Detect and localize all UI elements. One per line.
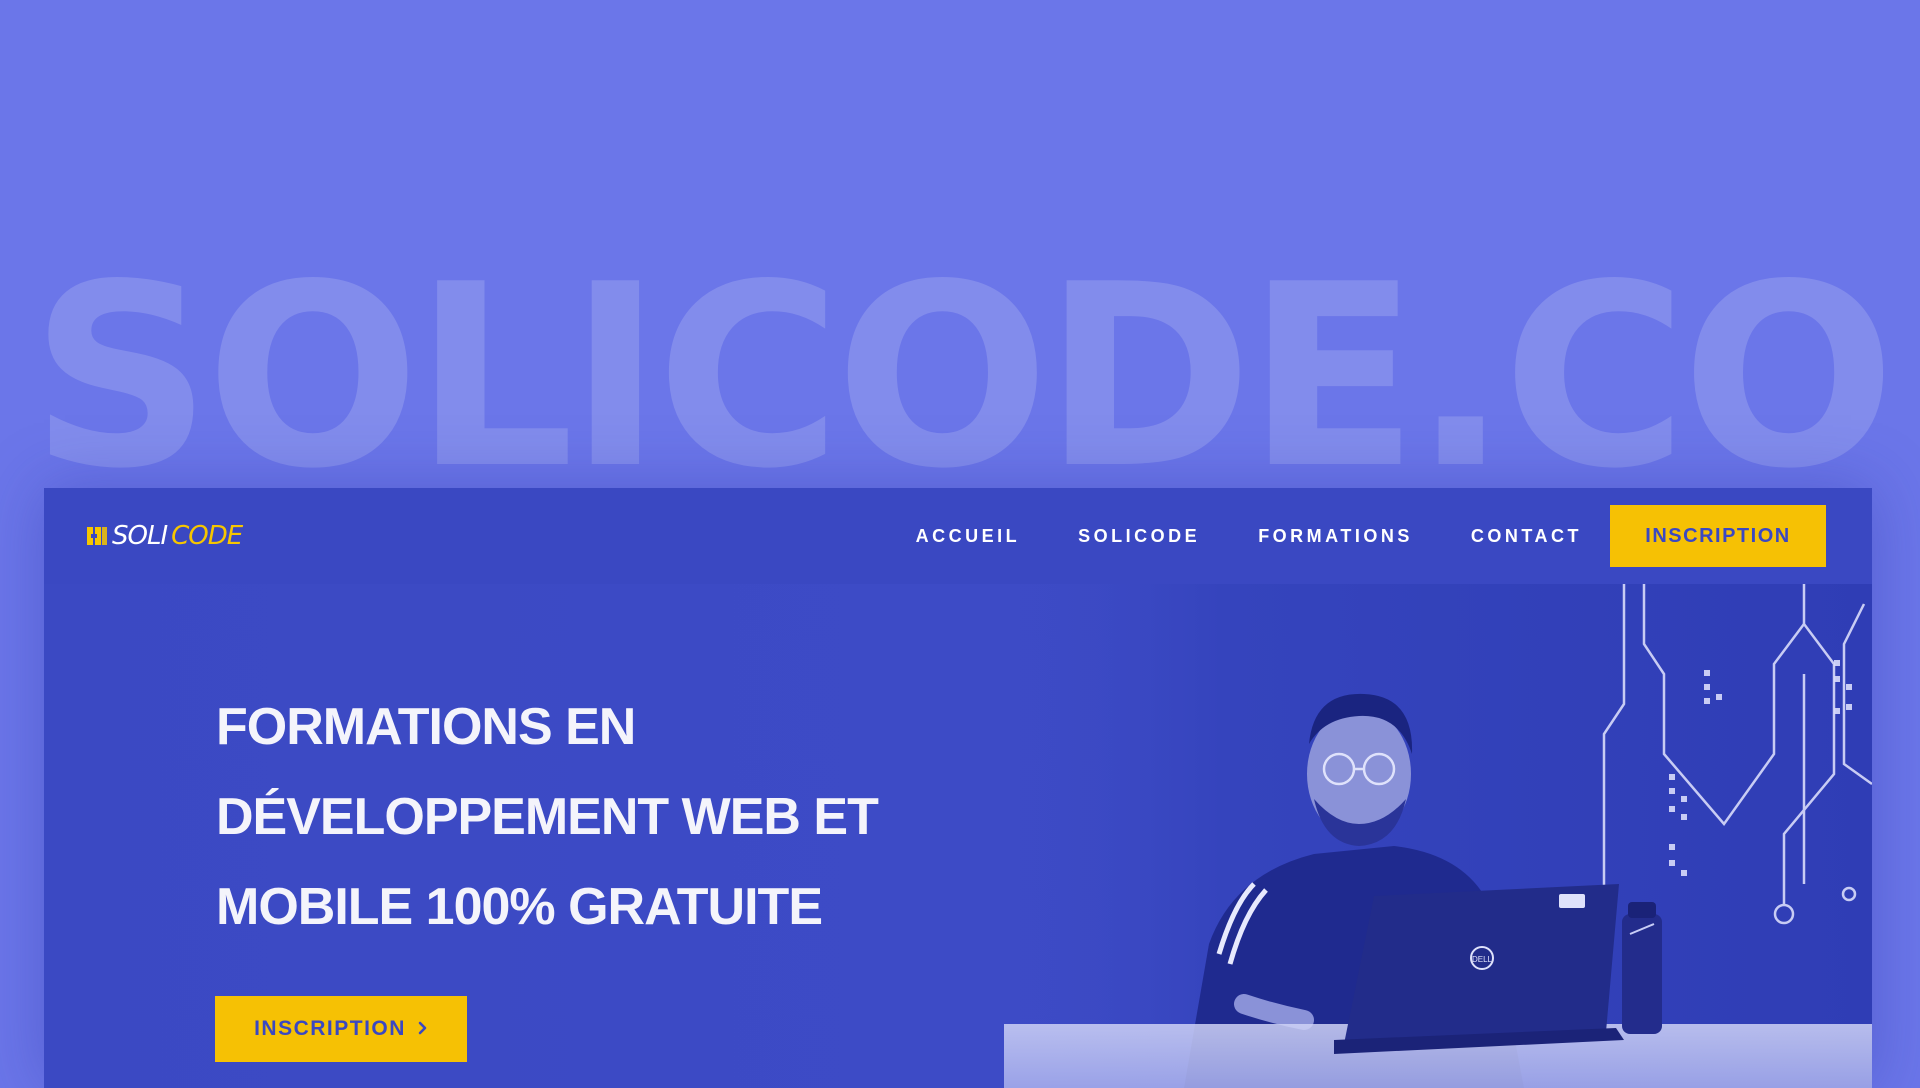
water-bottle [1622,902,1662,1034]
hero-heading-line-2: DÉVELOPPEMENT WEB ET [216,788,879,846]
solicode-logo-icon [86,525,108,547]
top-navbar: SOLI CODE ACCUEIL SOLICODE FORMATIONS CON… [44,488,1872,585]
hero-heading-line-1: FORMATIONS EN [216,698,636,756]
logo-text-code: CODE [171,521,243,551]
hero-heading: FORMATIONS EN DÉVELOPPEMENT WEB ET MOBIL… [216,682,936,952]
laptop-brand-label: DELL [1472,955,1493,964]
nav-inscription-button[interactable]: INSCRIPTION [1610,505,1826,567]
nav-link-contact[interactable]: CONTACT [1471,526,1582,547]
logo-text-soli: SOLI [112,521,168,551]
laptop: DELL [1334,884,1624,1054]
hero-photo: DELL [1004,584,1872,1088]
nav-menu: ACCUEIL SOLICODE FORMATIONS CONTACT [916,488,1582,584]
nav-link-solicode[interactable]: SOLICODE [1078,526,1200,547]
hero-inscription-label: INSCRIPTION [254,1017,406,1040]
hero-section: DELL FORMATIONS EN DÉVELOPPEMENT WEB ET … [44,584,1872,1088]
site-logo[interactable]: SOLI CODE [86,521,243,551]
hero-heading-line-3: MOBILE 100% GRATUITE [216,878,823,936]
hero-inscription-button[interactable]: INSCRIPTION [215,996,467,1062]
nav-link-accueil[interactable]: ACCUEIL [916,526,1021,547]
background-watermark-text: SOLICODE.CO [30,231,1895,524]
website-preview: SOLI CODE ACCUEIL SOLICODE FORMATIONS CON… [44,488,1872,1088]
nav-link-formations[interactable]: FORMATIONS [1258,526,1413,547]
chevron-right-icon [418,1017,428,1041]
